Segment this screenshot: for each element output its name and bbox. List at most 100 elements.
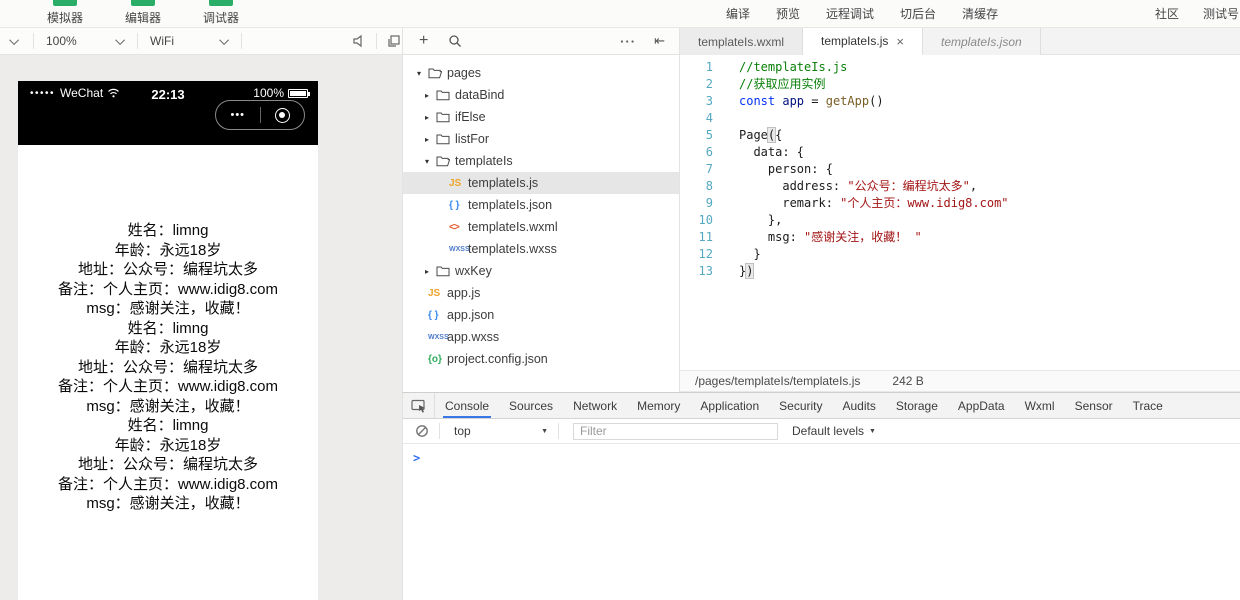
close-tab-icon[interactable]: × <box>896 34 904 49</box>
community-button[interactable]: 社区 <box>1155 5 1179 22</box>
view-toggle-group: 模拟器 编辑器 调试器 <box>36 0 250 26</box>
code-line[interactable]: 4 <box>680 110 1240 127</box>
tree-item-app-wxss[interactable]: WXSS app.wxss <box>403 326 679 348</box>
capsule-menu: ••• <box>215 100 305 130</box>
caret-right-icon[interactable]: ▸ <box>425 113 436 122</box>
devtools-tab-network[interactable]: Network <box>563 393 627 418</box>
line-number: 6 <box>705 145 713 159</box>
console-filter-input[interactable] <box>573 422 778 440</box>
sim-text-line: 姓名：limng <box>127 222 209 239</box>
code-line[interactable]: 10 }, <box>680 212 1240 229</box>
test-account-button[interactable]: 测试号 <box>1203 5 1239 22</box>
sound-icon[interactable] <box>352 34 366 48</box>
devtools-tab-memory[interactable]: Memory <box>627 393 690 418</box>
line-number: 5 <box>705 128 713 142</box>
editor-tab-templateis-wxml[interactable]: templateIs.wxml <box>680 28 804 55</box>
caret-down-icon[interactable]: ▾ <box>425 157 436 166</box>
add-file-icon[interactable]: + <box>419 32 428 50</box>
tree-item-app-json[interactable]: { } app.json <box>403 304 679 326</box>
folder-icon <box>436 133 455 145</box>
tree-item-templateis-wxml[interactable]: <> templateIs.wxml <box>403 216 679 238</box>
code-text: }, <box>739 213 783 227</box>
editor-tab-label: templateIs.json <box>940 34 1022 49</box>
devtools-tab-console[interactable]: Console <box>435 393 499 418</box>
file-panel-header-right: ··· ⇤ <box>620 33 679 49</box>
devtools-tab-storage[interactable]: Storage <box>886 393 948 418</box>
code-line[interactable]: 3 const app = getApp() <box>680 93 1240 110</box>
code-line[interactable]: 12 } <box>680 246 1240 263</box>
code-line[interactable]: 7 person: { <box>680 161 1240 178</box>
chevron-down-icon: ▼ <box>869 427 876 435</box>
js-icon: JS <box>449 177 462 189</box>
code-line[interactable]: 1 //templateIs.js <box>680 59 1240 76</box>
devtools-tab-sources[interactable]: Sources <box>499 393 563 418</box>
code-line[interactable]: 5 Page({ <box>680 127 1240 144</box>
devtools-tab-audits[interactable]: Audits <box>833 393 886 418</box>
inspect-element-icon[interactable] <box>403 393 435 418</box>
sim-text-line: 地址：公众号：编程坑太多 <box>77 261 258 278</box>
devtools-tab-wxml[interactable]: Wxml <box>1015 393 1065 418</box>
tree-item-label: project.config.json <box>447 352 548 366</box>
network-select[interactable]: WiFi <box>138 28 241 54</box>
code-line[interactable]: 2 //获取应用实例 <box>680 76 1240 93</box>
search-icon[interactable] <box>448 34 462 48</box>
switch-background-button[interactable]: 切后台 <box>900 5 936 22</box>
tree-item-app-js[interactable]: JS app.js <box>403 282 679 304</box>
clear-console-icon[interactable] <box>415 424 429 438</box>
tree-item-templateis-js[interactable]: JS templateIs.js <box>403 172 679 194</box>
devtools-tab-security[interactable]: Security <box>769 393 832 418</box>
tree-item-label: dataBind <box>455 88 505 102</box>
compile-button[interactable]: 编译 <box>726 5 750 22</box>
tree-item-templateis[interactable]: ▾ templateIs <box>403 150 679 172</box>
zoom-select[interactable]: 100% <box>34 28 137 54</box>
tree-item-ifelse[interactable]: ▸ ifElse <box>403 106 679 128</box>
log-levels-select[interactable]: Default levels ▼ <box>792 424 876 438</box>
device-select[interactable] <box>0 28 33 54</box>
network-value: WiFi <box>150 34 174 48</box>
tree-item-pages[interactable]: ▾ pages <box>403 62 679 84</box>
devtools-tab-application[interactable]: Application <box>690 393 769 418</box>
preview-button[interactable]: 预览 <box>776 5 800 22</box>
devtools-tabs: Console Sources Network Memory Application Se… <box>435 393 1173 418</box>
editor-tab-templateis-js[interactable]: templateIs.js × <box>803 28 923 55</box>
tree-item-databind[interactable]: ▸ dataBind <box>403 84 679 106</box>
tree-item-listfor[interactable]: ▸ listFor <box>403 128 679 150</box>
tree-item-wxkey[interactable]: ▸ wxKey <box>403 260 679 282</box>
code-line[interactable]: 8 address: "公众号：编程坑太多", <box>680 178 1240 195</box>
tree-item-project-config-json[interactable]: {o} project.config.json <box>403 348 679 370</box>
editor-tab-templateis-json[interactable]: templateIs.json <box>922 28 1041 55</box>
chevron-down-icon <box>219 34 230 45</box>
capsule-more-button[interactable]: ••• <box>216 109 260 121</box>
remote-debug-button[interactable]: 远程调试 <box>826 5 874 22</box>
caret-right-icon[interactable]: ▸ <box>425 135 436 144</box>
toggle-debugger-button[interactable]: 调试器 <box>192 0 250 26</box>
wxss-icon: WXSS <box>428 333 449 341</box>
context-select[interactable]: top ▼ <box>440 419 558 443</box>
secondary-toolbar: 100% WiFi + ··· ⇤ templateIs.wxml templa… <box>0 28 1240 55</box>
code-line[interactable]: 11 msg: "感谢关注，收藏！ " <box>680 229 1240 246</box>
capsule-home-button[interactable] <box>261 107 305 123</box>
tree-item-templateis-json[interactable]: { } templateIs.json <box>403 194 679 216</box>
toggle-simulator-button[interactable]: 模拟器 <box>36 0 94 26</box>
devtools-tab-sensor[interactable]: Sensor <box>1065 393 1123 418</box>
devtools-tab-appdata[interactable]: AppData <box>948 393 1015 418</box>
console-prompt[interactable]: > <box>413 451 420 465</box>
devtools-tab-trace[interactable]: Trace <box>1123 393 1173 418</box>
caret-right-icon[interactable]: ▸ <box>425 91 436 100</box>
code-line[interactable]: 6 data: { <box>680 144 1240 161</box>
divider <box>376 33 377 49</box>
tree-item-templateis-wxss[interactable]: WXSS templateIs.wxss <box>403 238 679 260</box>
toggle-editor-button[interactable]: 编辑器 <box>114 0 172 26</box>
code-text: Page({ <box>739 127 783 143</box>
json-icon: { } <box>428 309 439 321</box>
detach-window-icon[interactable] <box>387 34 401 48</box>
more-options-icon[interactable]: ··· <box>620 34 636 49</box>
clear-cache-button[interactable]: 清缓存 <box>962 5 998 22</box>
code-line[interactable]: 9 remark: "个人主页：www.idig8.com" <box>680 195 1240 212</box>
code-editor[interactable]: 1 //templateIs.js 2 //获取应用实例 3 const app = ge… <box>680 55 1240 370</box>
js-icon: JS <box>428 287 441 299</box>
caret-right-icon[interactable]: ▸ <box>425 267 436 276</box>
code-line[interactable]: 13}) <box>680 263 1240 280</box>
caret-down-icon[interactable]: ▾ <box>417 69 428 78</box>
collapse-panel-icon[interactable]: ⇤ <box>654 33 665 49</box>
